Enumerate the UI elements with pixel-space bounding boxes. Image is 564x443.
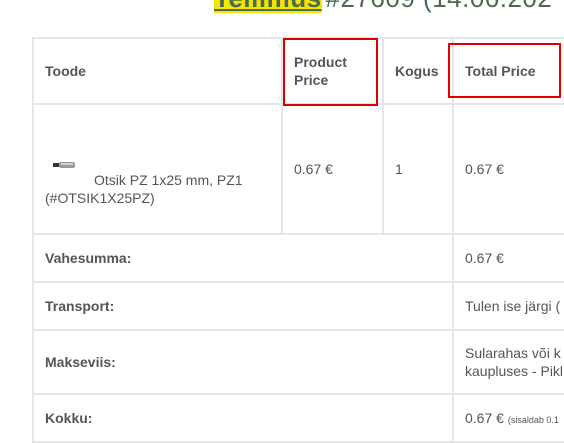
shipping-value: Tulen ise järgi ( [452, 281, 564, 331]
product-name-link[interactable]: Otsik PZ 1x25 mm, PZ1 [45, 171, 270, 189]
product-cell: Otsik PZ 1x25 mm, PZ1 (#OTSIK1X25PZ) [32, 103, 283, 235]
subtotal-value: 0.67 € [452, 233, 564, 283]
product-sku: (#OTSIK1X25PZ) [45, 190, 155, 206]
payment-value-line2: kaupluses - Pikl [465, 363, 564, 379]
order-details-table: Toode Product Price Kogus Total Price Ot… [32, 37, 564, 443]
product-price-value: 0.67 € [281, 103, 384, 235]
order-total-tax-note: (sisaldab 0.1 [507, 415, 559, 425]
order-total-cell: 0.67 € (sisaldab 0.1 [452, 393, 564, 443]
order-title-rest: #27609 (14.06.202 [326, 0, 553, 13]
table-row: Otsik PZ 1x25 mm, PZ1 (#OTSIK1X25PZ) 0.6… [32, 103, 564, 235]
product-total-value: 0.67 € [452, 103, 564, 235]
header-product-price: Product Price [281, 37, 384, 105]
payment-label: Makseviis: [32, 329, 454, 395]
table-header-row: Toode Product Price Kogus Total Price [32, 37, 564, 105]
header-total-price: Total Price [452, 37, 564, 105]
page-header: Tellimus #27609 (14.06.202 [0, 0, 564, 14]
product-quantity-value: 1 [382, 103, 454, 235]
order-total-row: Kokku: 0.67 € (sisaldab 0.1 [32, 393, 564, 443]
product-thumbnail-icon[interactable] [51, 159, 79, 171]
shipping-row: Transport: Tulen ise järgi ( [32, 281, 564, 331]
header-quantity: Kogus [382, 37, 454, 105]
subtotal-label: Vahesumma: [32, 233, 454, 283]
shipping-label: Transport: [32, 281, 454, 331]
payment-row: Makseviis: Sularahas või k kaupluses - P… [32, 329, 564, 395]
order-total-label: Kokku: [32, 393, 454, 443]
payment-value-line1: Sularahas või k [465, 345, 561, 361]
order-total-value: 0.67 € [465, 410, 504, 426]
order-title-highlight: Tellimus [214, 0, 322, 13]
header-product: Toode [32, 37, 283, 105]
payment-value: Sularahas või k kaupluses - Pikl [452, 329, 564, 395]
order-title: Tellimus #27609 (14.06.202 [214, 0, 552, 14]
subtotal-row: Vahesumma: 0.67 € [32, 233, 564, 283]
